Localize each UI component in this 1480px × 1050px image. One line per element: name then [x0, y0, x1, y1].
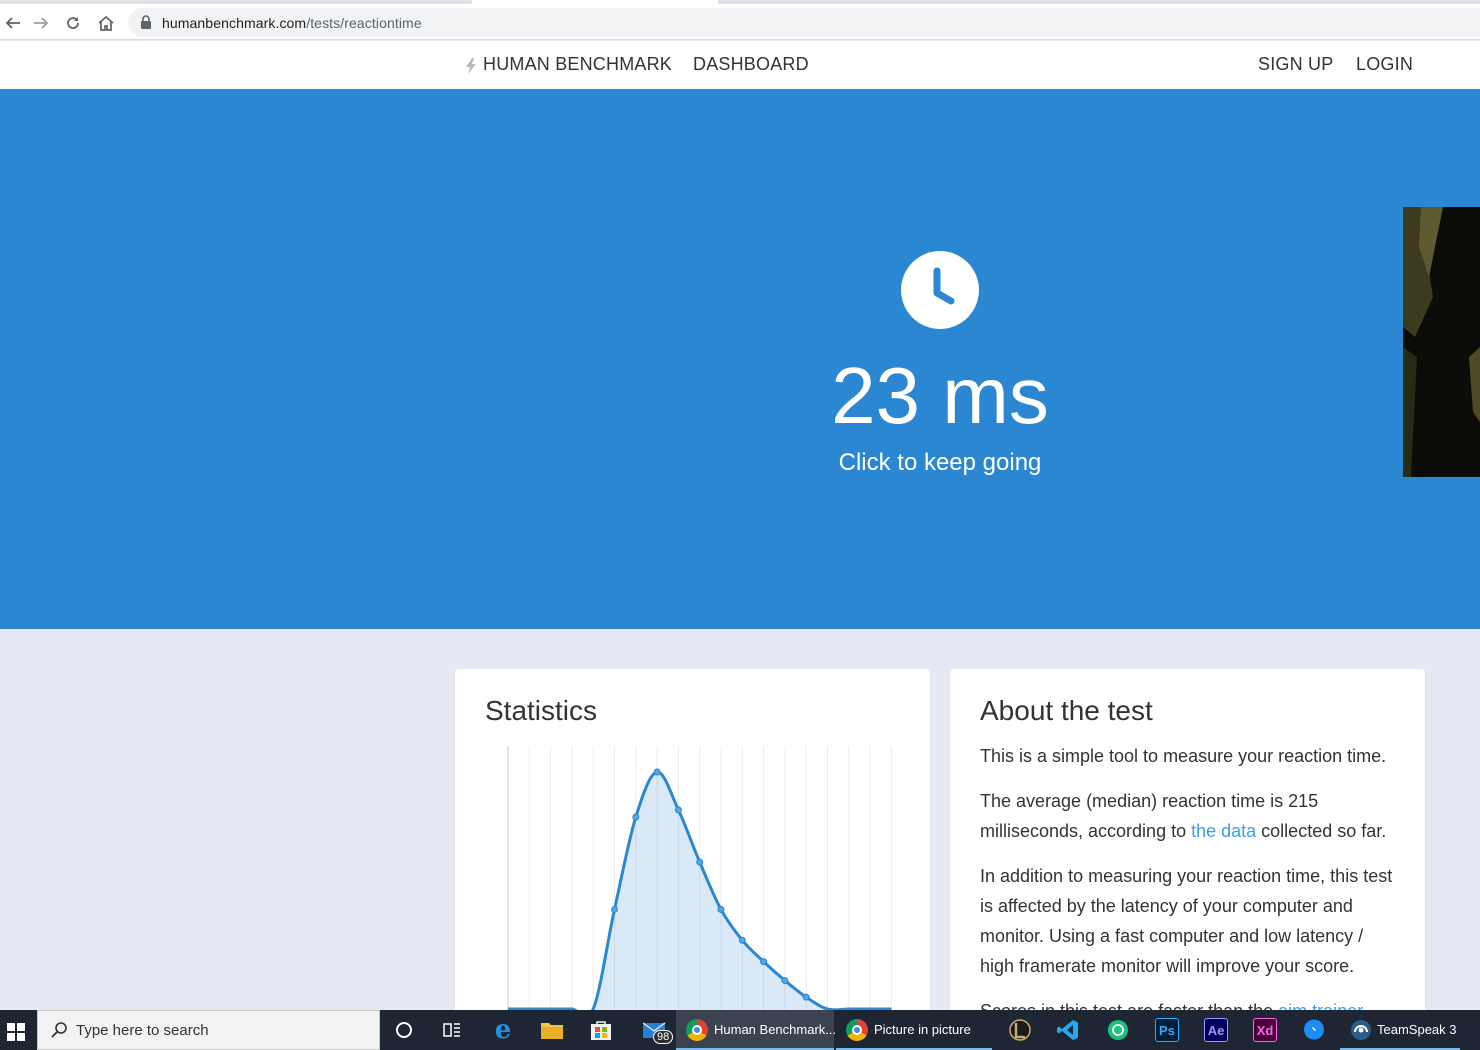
picture-in-picture-window[interactable]	[1403, 207, 1480, 477]
data-point	[632, 813, 640, 821]
adobe-xd-icon[interactable]: Xd	[1253, 1018, 1277, 1042]
taskbar: Type here to search e 98 Human Benchmark…	[0, 1010, 1480, 1050]
data-point	[653, 768, 661, 776]
search-placeholder: Type here to search	[76, 1022, 209, 1039]
photoshop-icon[interactable]: Ps	[1155, 1018, 1179, 1042]
task-view-icon[interactable]	[440, 1018, 464, 1042]
tab-background[interactable]	[0, 0, 472, 4]
about-paragraph: In addition to measuring your reaction t…	[980, 866, 1393, 976]
data-point	[696, 858, 704, 866]
about-card: About the test This is a simple tool to …	[950, 669, 1425, 1050]
about-paragraph: This is a simple tool to measure your re…	[980, 746, 1387, 766]
url-text: humanbenchmark.com/tests/reactiontime	[162, 15, 422, 31]
data-point	[738, 936, 746, 944]
data-point	[781, 977, 789, 985]
file-explorer-icon[interactable]	[540, 1018, 564, 1042]
nav-login-link[interactable]: LOGIN	[1356, 54, 1413, 75]
data-point	[717, 905, 725, 913]
vscode-icon[interactable]	[1056, 1018, 1080, 1042]
data-point	[802, 993, 810, 1001]
data-point	[760, 958, 768, 966]
browser-toolbar: humanbenchmark.com/tests/reactiontime	[0, 6, 1480, 40]
cortana-icon[interactable]	[392, 1018, 416, 1042]
taskbar-app-picture-in-picture[interactable]: Picture in picture	[836, 1010, 992, 1050]
taskbar-app-human-benchmark[interactable]: Human Benchmark...	[676, 1010, 837, 1050]
data-point	[674, 806, 682, 814]
reload-icon[interactable]	[60, 10, 86, 36]
teamspeak-icon	[1350, 1019, 1372, 1044]
site-nav: HUMAN BENCHMARK DASHBOARD SIGN UP LOGIN	[0, 41, 1480, 89]
messenger-icon[interactable]	[1302, 1018, 1326, 1042]
bolt-icon	[466, 58, 476, 79]
windows-start-icon[interactable]	[4, 1020, 28, 1044]
about-title: About the test	[980, 695, 1153, 726]
about-body: This is a simple tool to measure your re…	[980, 741, 1400, 1041]
chrome-icon	[846, 1019, 868, 1041]
lock-icon	[140, 15, 152, 34]
app-label: TeamSpeak 3	[1377, 1022, 1457, 1037]
address-bar[interactable]: humanbenchmark.com/tests/reactiontime	[128, 8, 1480, 37]
continue-prompt: Click to keep going	[838, 449, 1042, 476]
test-area[interactable]: 23 ms Click to keep going	[0, 89, 1480, 629]
reaction-time-distribution-chart	[507, 746, 892, 1050]
data-point	[611, 905, 618, 913]
mail-icon[interactable]: 98	[637, 1018, 674, 1044]
league-of-legends-icon[interactable]	[1008, 1018, 1032, 1042]
nav-dashboard-link[interactable]: DASHBOARD	[693, 54, 809, 75]
tab-background[interactable]	[718, 0, 1480, 4]
chrome-icon	[686, 1019, 708, 1041]
edge-icon[interactable]: e	[491, 1015, 515, 1045]
nav-signup-link[interactable]: SIGN UP	[1258, 54, 1333, 75]
app-label: Human Benchmark...	[714, 1022, 837, 1037]
home-icon[interactable]	[93, 10, 119, 36]
taskbar-search-box[interactable]: Type here to search	[37, 1010, 380, 1050]
store-icon[interactable]	[589, 1018, 613, 1042]
after-effects-icon[interactable]: Ae	[1204, 1018, 1228, 1042]
search-icon	[50, 1021, 68, 1044]
clock-icon	[901, 251, 979, 329]
app-label: Picture in picture	[874, 1022, 971, 1037]
reaction-result: 23 ms	[831, 351, 1049, 440]
about-paragraph: The average (median) reaction time is 21…	[980, 791, 1387, 841]
nav-home-link[interactable]: HUMAN BENCHMARK	[483, 54, 672, 75]
chatgpt-icon[interactable]	[1106, 1018, 1130, 1042]
mail-badge: 98	[653, 1030, 674, 1044]
data-link[interactable]: the data	[1191, 821, 1256, 841]
statistics-card: Statistics	[455, 669, 930, 1050]
forward-icon[interactable]	[28, 10, 54, 36]
taskbar-app-teamspeak[interactable]: TeamSpeak 3	[1340, 1010, 1460, 1050]
back-icon[interactable]	[0, 10, 26, 36]
